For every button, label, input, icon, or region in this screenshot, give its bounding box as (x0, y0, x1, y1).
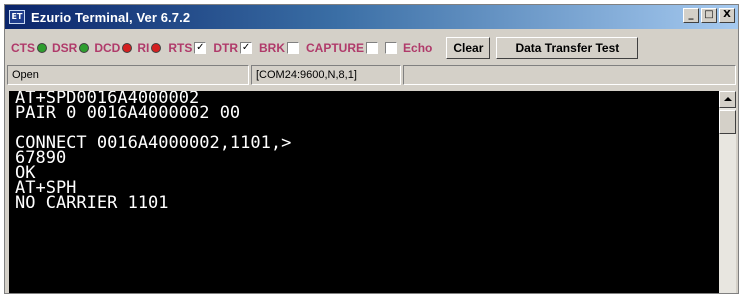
terminal-line: OK (15, 163, 36, 183)
dtr-toggle[interactable]: DTR ✓ (213, 41, 253, 55)
terminal-line: 67890 (15, 148, 67, 168)
rts-label: RTS (168, 41, 193, 55)
terminal-output[interactable]: AT+SPD0016A4000002 PAIR 0 0016A4000002 00… (9, 91, 719, 293)
vertical-scrollbar[interactable] (719, 91, 736, 293)
dsr-label: DSR (52, 41, 78, 55)
cts-led-icon (37, 43, 47, 53)
cts-indicator: CTS (11, 41, 47, 55)
app-icon[interactable]: ET (9, 10, 25, 24)
rts-checkbox[interactable]: ✓ (194, 42, 207, 54)
dtr-label: DTR (213, 41, 239, 55)
ri-led-icon (151, 43, 162, 53)
scrollbar-thumb[interactable] (719, 110, 736, 134)
maximize-button[interactable]: □ (701, 8, 717, 23)
capture-label: CAPTURE (306, 41, 365, 55)
brk-checkbox[interactable] (287, 42, 300, 54)
dcd-label: DCD (94, 41, 121, 55)
terminal-line: CONNECT 0016A4000002,1101,> (15, 133, 292, 153)
terminal-line: NO CARRIER 1101 (15, 193, 169, 213)
clear-button[interactable]: Clear (446, 37, 491, 59)
dsr-indicator: DSR (52, 41, 90, 55)
window-controls: _ □ X (683, 8, 735, 23)
connection-status: Open (7, 65, 249, 85)
rts-toggle[interactable]: RTS ✓ (168, 41, 207, 55)
capture-checkbox[interactable] (366, 42, 379, 54)
port-settings: [COM24:9600,N,8,1] (251, 65, 401, 85)
ri-indicator: RI (137, 41, 162, 55)
dcd-led-icon (122, 43, 133, 53)
window-title: Ezurio Terminal, Ver 6.7.2 (31, 9, 191, 25)
status-extra (403, 65, 736, 85)
capture-toggle[interactable]: CAPTURE (306, 41, 379, 55)
scroll-up-arrow-icon[interactable] (719, 91, 736, 108)
toolbar: CTS DSR DCD RI RTS ✓ DTR ✓ BRK CAPTURE E… (5, 33, 738, 63)
dsr-led-icon (79, 43, 90, 53)
dcd-indicator: DCD (94, 41, 133, 55)
brk-label: BRK (259, 41, 286, 55)
echo-checkbox[interactable] (385, 42, 398, 54)
data-transfer-test-button[interactable]: Data Transfer Test (496, 37, 639, 59)
terminal-line: PAIR 0 0016A4000002 00 (15, 103, 241, 123)
title-bar[interactable]: ET Ezurio Terminal, Ver 6.7.2 _ □ X (5, 5, 738, 29)
dtr-checkbox[interactable]: ✓ (240, 42, 253, 54)
brk-toggle[interactable]: BRK (259, 41, 300, 55)
close-button[interactable]: X (719, 8, 735, 23)
cts-label: CTS (11, 41, 35, 55)
echo-label: Echo (403, 41, 433, 55)
echo-toggle[interactable]: Echo (385, 41, 432, 55)
app-window: ET Ezurio Terminal, Ver 6.7.2 _ □ X CTS … (4, 4, 739, 294)
ri-label: RI (137, 41, 150, 55)
minimize-button[interactable]: _ (683, 8, 699, 23)
status-bar: Open [COM24:9600,N,8,1] (5, 65, 738, 87)
